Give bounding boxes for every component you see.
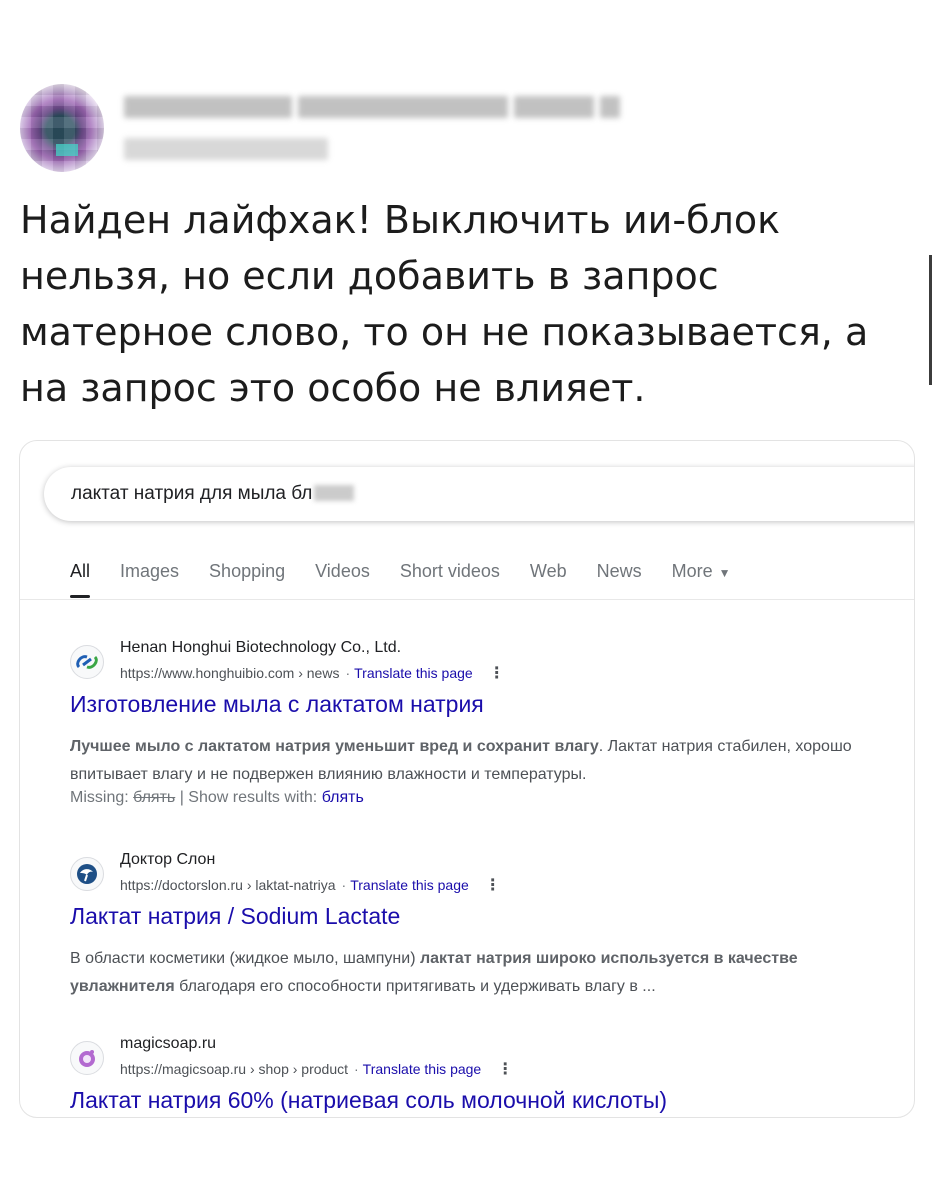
translate-link[interactable]: Translate this page [363, 1061, 482, 1077]
search-screenshot-card: лактат натрия для мыла бл All Images Sho… [19, 440, 915, 1118]
tab-more[interactable]: More ▼ [672, 561, 731, 598]
tab-more-label: More [671, 561, 713, 581]
honghui-favicon-icon [70, 645, 104, 679]
result-title-link[interactable]: Лактат натрия / Sodium Lactate [70, 903, 400, 930]
tab-web[interactable]: Web [530, 561, 567, 598]
tab-short-videos[interactable]: Short videos [400, 561, 500, 598]
tab-images[interactable]: Images [120, 561, 179, 598]
show-results-label: | Show results with: [179, 789, 318, 806]
author-avatar[interactable] [20, 84, 104, 172]
missing-word: блять [133, 789, 176, 806]
result-url[interactable]: https://www.honghuibio.com › news · Transl… [120, 663, 505, 683]
more-options-icon[interactable]: ⋮ [485, 875, 501, 895]
more-options-icon[interactable]: ⋮ [497, 1059, 513, 1079]
magicsoap-favicon-icon [70, 1041, 104, 1075]
doctorslon-favicon-icon [70, 857, 104, 891]
tab-news[interactable]: News [597, 561, 642, 598]
author-handle-blurred [124, 138, 328, 160]
post-text: Найден лайфхак! Выключить ии-блок нельзя… [20, 198, 869, 410]
verified-badge-icon [600, 96, 620, 118]
result-site-name[interactable]: magicsoap.ru [120, 1035, 216, 1053]
tab-shopping[interactable]: Shopping [209, 561, 285, 598]
translate-link[interactable]: Translate this page [350, 877, 469, 893]
missing-terms-line: Missing: блять | Show results with: блят… [70, 789, 364, 807]
tab-all[interactable]: All [70, 561, 91, 598]
translate-link[interactable]: Translate this page [354, 665, 473, 681]
search-query-text: лактат натрия для мыла бл [71, 483, 355, 505]
tabs-divider [20, 599, 914, 600]
result-url-text: https://magicsoap.ru › shop › product [120, 1061, 348, 1077]
result-url-text: https://doctorslon.ru › laktat-natriya [120, 877, 336, 893]
more-options-icon[interactable]: ⋮ [489, 663, 505, 683]
snippet-highlight: Лучшее мыло с лактатом натрия уменьшит в… [70, 738, 599, 755]
censored-word [314, 485, 355, 501]
search-box[interactable]: лактат натрия для мыла бл [44, 467, 914, 521]
result-snippet: В области косметики (жидкое мыло, шампун… [70, 945, 890, 1001]
result-url[interactable]: https://doctorslon.ru › laktat-natriya · T… [120, 875, 501, 895]
result-title-link[interactable]: Лактат натрия 60% (натриевая соль молочн… [70, 1087, 667, 1114]
caret-down-icon: ▼ [718, 566, 731, 580]
result-title-link[interactable]: Изготовление мыла с лактатом натрия [70, 691, 484, 718]
result-site-name[interactable]: Доктор Слон [120, 851, 215, 869]
tab-videos[interactable]: Videos [315, 561, 370, 598]
author-name-blurred[interactable] [124, 94, 620, 120]
snippet-text: В области косметики (жидкое мыло, шампун… [70, 950, 420, 967]
result-url-text: https://www.honghuibio.com › news [120, 665, 340, 681]
post-screenshot: Найден лайфхак! Выключить ии-блок нельзя… [0, 0, 932, 1200]
show-results-link[interactable]: блять [322, 789, 364, 806]
result-site-name[interactable]: Henan Honghui Biotechnology Co., Ltd. [120, 639, 401, 657]
result-url[interactable]: https://magicsoap.ru › shop › product · Tr… [120, 1059, 513, 1079]
result-snippet: Лучшее мыло с лактатом натрия уменьшит в… [70, 733, 890, 789]
missing-label: Missing: [70, 789, 129, 806]
search-tabs: All Images Shopping Videos Short videos … [70, 561, 761, 601]
snippet-text: благодаря его способности притягивать и … [174, 978, 656, 995]
